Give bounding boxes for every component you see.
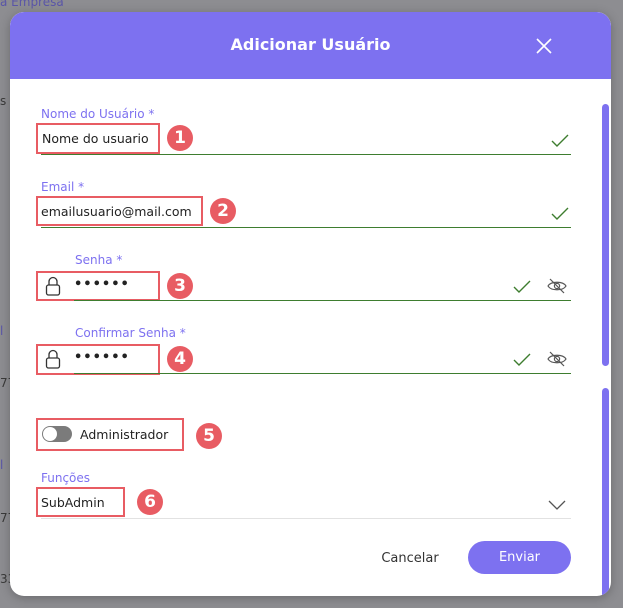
step-badge-3: 3 <box>167 273 193 299</box>
check-icon <box>513 353 531 366</box>
toggle-knob <box>43 427 57 441</box>
password-input[interactable]: •••••• <box>74 277 130 292</box>
background-fragment: l <box>0 324 4 338</box>
step-badge-5: 5 <box>196 423 222 449</box>
cancel-button[interactable]: Cancelar <box>370 542 450 574</box>
step-badge-1: 1 <box>167 125 193 151</box>
email-label: Email * <box>41 180 85 194</box>
roles-underline <box>41 518 571 519</box>
background-fragment: a Empresa <box>0 0 64 9</box>
chevron-down-icon[interactable] <box>547 498 567 512</box>
background-fragment: l <box>0 458 4 472</box>
confirm-password-label: Confirmar Senha * <box>75 326 186 340</box>
step-badge-6: 6 <box>137 489 163 515</box>
password-label: Senha * <box>75 253 123 267</box>
username-label: Nome do Usuário * <box>41 107 155 121</box>
modal-title: Adicionar Usuário <box>230 35 391 54</box>
scrollbar-thumb[interactable] <box>602 104 609 366</box>
eye-off-icon[interactable] <box>547 278 567 294</box>
lock-icon <box>45 349 61 369</box>
roles-select[interactable]: SubAdmin <box>41 495 105 510</box>
lock-icon <box>45 276 61 296</box>
check-icon <box>551 134 569 147</box>
roles-label: Funções <box>41 471 91 485</box>
username-input[interactable]: Nome do usuario <box>42 131 149 146</box>
step-badge-2: 2 <box>210 198 236 224</box>
add-user-modal: Adicionar Usuário Nome do Usuário * Nome… <box>10 12 611 596</box>
admin-toggle-label: Administrador <box>80 427 169 442</box>
password-underline <box>74 300 571 301</box>
confirm-password-input[interactable]: •••••• <box>74 350 130 365</box>
admin-toggle[interactable] <box>42 426 72 442</box>
submit-button[interactable]: Enviar <box>468 541 571 574</box>
background-fragment: s <box>0 94 7 108</box>
check-icon <box>551 207 569 220</box>
eye-off-icon[interactable] <box>547 351 567 367</box>
step-badge-4: 4 <box>167 346 193 372</box>
check-icon <box>513 280 531 293</box>
email-underline <box>41 227 571 228</box>
close-icon <box>536 38 552 54</box>
modal-header: Adicionar Usuário <box>10 12 611 79</box>
confirm-password-underline <box>74 373 571 374</box>
scrollbar-track[interactable] <box>602 388 609 596</box>
close-button[interactable] <box>536 38 552 54</box>
username-underline <box>41 154 571 155</box>
email-input[interactable]: emailusuario@mail.com <box>41 204 192 219</box>
